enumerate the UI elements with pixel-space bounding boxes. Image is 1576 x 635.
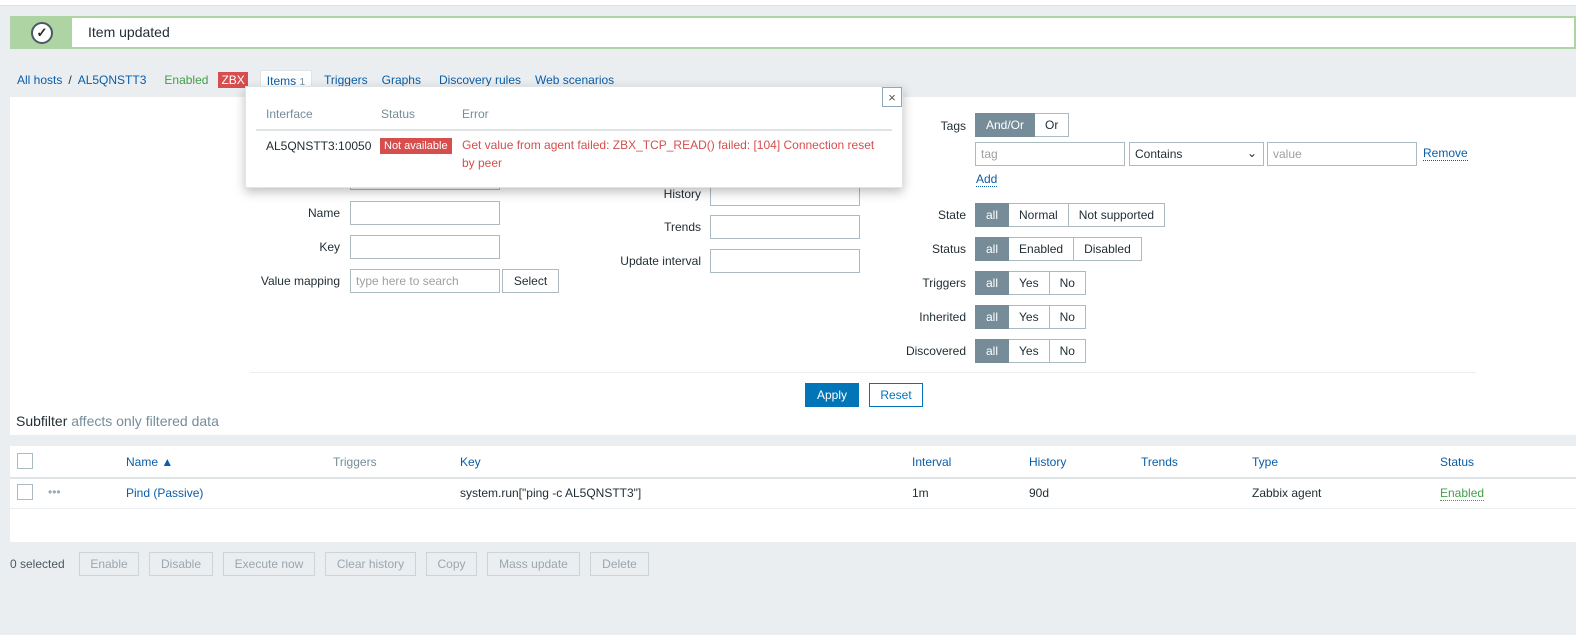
value-mapping-label: Value mapping [260, 274, 340, 288]
item-status-link[interactable]: Enabled [1440, 486, 1485, 501]
reset-button[interactable]: Reset [869, 383, 923, 407]
status-enabled[interactable]: Enabled [1009, 237, 1075, 261]
discovered-no[interactable]: No [1049, 339, 1086, 363]
add-tag-link[interactable]: Add [976, 172, 998, 187]
trends-label: Trends [664, 220, 701, 234]
clear-history-button[interactable]: Clear history [325, 552, 416, 576]
state-label: State [937, 208, 966, 222]
close-icon[interactable]: × [882, 87, 902, 107]
filter-divider [250, 372, 1476, 373]
name-input[interactable] [350, 201, 500, 225]
select-all-checkbox[interactable] [17, 453, 33, 469]
status-label: Status [931, 242, 966, 256]
subfilter-title: Subfilter [16, 413, 68, 429]
error-header: Error [462, 107, 489, 121]
status-all[interactable]: all [975, 237, 1010, 261]
items-table: Name ▲ Triggers Key Interval History Tre… [10, 446, 1576, 542]
more-options-icon[interactable]: ••• [48, 485, 61, 499]
message-text: Item updated [88, 24, 170, 40]
inherited-yes[interactable]: Yes [1009, 305, 1050, 329]
tag-operator-value: Contains [1135, 147, 1183, 161]
host-status[interactable]: Enabled [164, 73, 208, 87]
history-label: History [663, 187, 701, 201]
interface-value: AL5QNSTT3:10050 [266, 139, 372, 153]
tag-operator-select[interactable]: Contains ⌄ [1129, 142, 1264, 166]
top-bar [0, 0, 1576, 6]
zbx-availability-badge[interactable]: ZBX [218, 72, 248, 88]
header-divider [256, 129, 892, 131]
execute-now-button[interactable]: Execute now [223, 552, 315, 576]
interface-header: Interface [266, 107, 313, 121]
error-text: Get value from agent failed: ZBX_TCP_REA… [462, 138, 875, 170]
inherited-label: Inherited [919, 310, 966, 324]
item-name-link[interactable]: Pind (Passive) [126, 486, 203, 500]
chevron-down-icon: ⌄ [1246, 146, 1257, 160]
tag-value-input[interactable]: value [1267, 142, 1417, 166]
triggers-no[interactable]: No [1049, 271, 1086, 295]
copy-button[interactable]: Copy [426, 552, 477, 576]
tab-discovery-rules[interactable]: Discovery rules [439, 73, 521, 87]
key-label: Key [319, 240, 340, 254]
value-mapping-input[interactable]: type here to search [350, 269, 500, 293]
discovered-label: Discovered [905, 344, 966, 358]
trends-input[interactable] [710, 215, 860, 239]
update-interval-label: Update interval [620, 254, 701, 268]
inherited-all[interactable]: all [975, 305, 1010, 329]
discovered-all[interactable]: all [975, 339, 1010, 363]
state-normal[interactable]: Normal [1009, 203, 1069, 227]
status-disabled[interactable]: Disabled [1074, 237, 1142, 261]
selected-count: 0 selected [10, 557, 65, 571]
state-all[interactable]: all [975, 203, 1010, 227]
inherited-no[interactable]: No [1049, 305, 1086, 329]
column-trends[interactable]: Trends [1141, 455, 1178, 469]
column-type[interactable]: Type [1252, 455, 1278, 469]
remove-tag-link[interactable]: Remove [1423, 146, 1468, 161]
tab-web-scenarios[interactable]: Web scenarios [535, 73, 614, 87]
state-not-supported[interactable]: Not supported [1068, 203, 1166, 227]
update-interval-input[interactable] [710, 249, 860, 273]
column-name[interactable]: Name ▲ [126, 455, 173, 469]
table-row: ••• Pind (Passive) system.run["ping -c A… [10, 479, 1576, 509]
item-type: Zabbix agent [1252, 486, 1322, 500]
tag-input[interactable]: tag [975, 142, 1125, 166]
breadcrumb-all-hosts[interactable]: All hosts [17, 73, 62, 87]
success-message: ✓ Item updated [10, 16, 1576, 49]
breadcrumb-separator: / [68, 73, 72, 87]
subfilter-heading: Subfilter affects only filtered data [16, 413, 219, 429]
row-checkbox[interactable] [17, 484, 33, 500]
not-available-badge: Not available [380, 138, 452, 154]
column-history[interactable]: History [1029, 455, 1066, 469]
item-interval: 1m [912, 486, 929, 500]
enable-button[interactable]: Enable [79, 552, 139, 576]
breadcrumb-host[interactable]: AL5QNSTT3 [78, 73, 147, 87]
select-button[interactable]: Select [502, 269, 559, 293]
discovered-yes[interactable]: Yes [1009, 339, 1050, 363]
status-header: Status [381, 107, 416, 121]
column-status[interactable]: Status [1440, 455, 1474, 469]
column-key[interactable]: Key [460, 455, 481, 469]
tab-graphs[interactable]: Graphs [382, 73, 421, 87]
apply-button[interactable]: Apply [805, 383, 859, 407]
triggers-all[interactable]: all [975, 271, 1010, 295]
item-history: 90d [1029, 486, 1050, 500]
subfilter-note: affects only filtered data [71, 413, 219, 429]
triggers-label: Triggers [922, 276, 966, 290]
column-triggers: Triggers [333, 455, 377, 469]
disable-button[interactable]: Disable [149, 552, 213, 576]
column-interval[interactable]: Interval [912, 455, 951, 469]
interface-error-popup: × Interface Status Error AL5QNSTT3:10050… [245, 86, 903, 188]
item-key: system.run["ping -c AL5QNSTT3"] [460, 486, 642, 500]
delete-button[interactable]: Delete [590, 552, 649, 576]
mass-update-button[interactable]: Mass update [487, 552, 580, 576]
tab-triggers[interactable]: Triggers [324, 73, 368, 87]
triggers-yes[interactable]: Yes [1009, 271, 1050, 295]
tags-andor-option[interactable]: And/Or [975, 113, 1036, 137]
check-circle-icon: ✓ [31, 21, 53, 44]
tags-or-option[interactable]: Or [1035, 113, 1070, 137]
name-label: Name [307, 206, 340, 220]
key-input[interactable] [350, 235, 500, 259]
